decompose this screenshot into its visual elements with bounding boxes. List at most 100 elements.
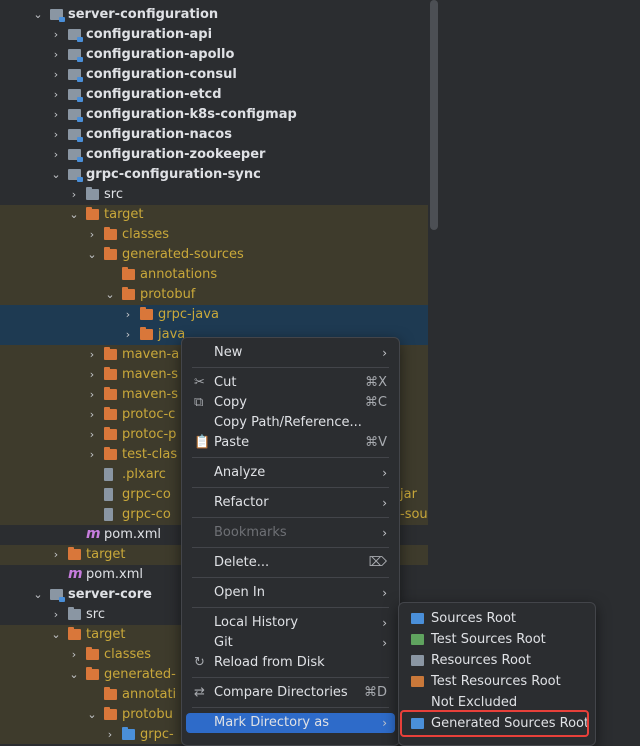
tree-row[interactable]: › configuration-nacos [0, 125, 428, 145]
excluded-folder-icon [122, 267, 135, 280]
chevron-right-icon: › [382, 716, 387, 730]
tree-row-label: src [86, 607, 105, 622]
chevron-right-icon[interactable]: › [50, 125, 62, 145]
chevron-right-icon[interactable]: › [50, 145, 62, 165]
menu-item-label: Mark Directory as [214, 715, 329, 730]
folder-icon [411, 634, 424, 645]
chevron-right-icon[interactable]: › [50, 605, 62, 625]
menu-item-label: Copy Path/Reference... [214, 415, 362, 430]
chevron-right-icon[interactable]: › [68, 185, 80, 205]
menu-item[interactable]: Git › [186, 633, 395, 653]
tree-row[interactable]: › grpc-java [0, 305, 428, 325]
chevron-right-icon[interactable]: › [104, 725, 116, 744]
menu-separator [192, 707, 389, 708]
tree-row[interactable]: › configuration-etcd [0, 85, 428, 105]
tree-row[interactable]: › src [0, 185, 428, 205]
module-folder-icon [68, 49, 83, 62]
menu-item-label: Cut [214, 375, 237, 390]
chevron-down-icon[interactable]: ⌄ [104, 285, 116, 305]
menu-item[interactable]: ⇄ Compare Directories ⌘D [186, 683, 395, 703]
menu-item[interactable]: Mark Directory as › [186, 713, 395, 733]
chevron-right-icon[interactable]: › [50, 545, 62, 565]
chevron-down-icon[interactable]: ⌄ [50, 165, 62, 185]
menu-separator [192, 517, 389, 518]
submenu-item[interactable]: Resources Root [403, 651, 591, 671]
chevron-right-icon[interactable]: › [86, 405, 98, 425]
chevron-down-icon[interactable]: ⌄ [86, 245, 98, 265]
tree-row[interactable]: annotations [0, 265, 428, 285]
menu-item[interactable]: 📋 Paste ⌘V [186, 433, 395, 453]
highlight-box [400, 710, 589, 737]
tree-row[interactable]: › configuration-consul [0, 65, 428, 85]
menu-item[interactable]: Open In › [186, 583, 395, 603]
menu-item[interactable]: Bookmarks › [186, 523, 395, 543]
menu-item[interactable]: Delete... ⌦ [186, 553, 395, 573]
chevron-right-icon[interactable]: › [86, 345, 98, 365]
chevron-right-icon[interactable]: › [86, 225, 98, 245]
menu-item[interactable]: ⧉ Copy ⌘C [186, 393, 395, 413]
chevron-down-icon[interactable]: ⌄ [32, 585, 44, 605]
tree-row[interactable]: ⌄ generated-sources [0, 245, 428, 265]
tree-row-label: generated-sources [122, 247, 244, 262]
chevron-right-icon[interactable]: › [86, 385, 98, 405]
chevron-right-icon[interactable]: › [50, 105, 62, 125]
excluded-folder-icon [104, 427, 117, 440]
tree-row-label: protoc-p [122, 427, 177, 442]
chevron-right-icon[interactable]: › [86, 425, 98, 445]
submenu-item[interactable]: Test Sources Root [403, 630, 591, 650]
tree-row[interactable]: › configuration-zookeeper [0, 145, 428, 165]
tree-row[interactable]: › configuration-apollo [0, 45, 428, 65]
menu-item[interactable]: Analyze › [186, 463, 395, 483]
tree-row[interactable]: › configuration-k8s-configmap [0, 105, 428, 125]
menu-item[interactable]: Refactor › [186, 493, 395, 513]
menu-item[interactable]: Local History › [186, 613, 395, 633]
menu-item-icon: ✂ [194, 375, 205, 390]
tree-row-label: configuration-nacos [86, 127, 232, 142]
module-folder-icon [68, 89, 83, 102]
chevron-down-icon[interactable]: ⌄ [68, 665, 80, 685]
chevron-right-icon[interactable]: › [86, 445, 98, 465]
menu-item-label: Reload from Disk [214, 655, 325, 670]
module-folder-icon [68, 169, 83, 182]
tree-row[interactable]: › configuration-api [0, 25, 428, 45]
tree-row-label: configuration-api [86, 27, 213, 42]
menu-item[interactable]: New › [186, 343, 395, 363]
excluded-folder-icon [140, 327, 153, 340]
tree-row-label: protobuf [140, 287, 196, 302]
tree-row[interactable]: ⌄ grpc-configuration-sync [0, 165, 428, 185]
chevron-right-icon[interactable]: › [86, 365, 98, 385]
tree-scrollbar[interactable] [430, 0, 438, 230]
excluded-folder-icon [104, 707, 117, 720]
chevron-right-icon[interactable]: › [50, 25, 62, 45]
excluded-folder-icon [104, 387, 117, 400]
module-folder-icon [68, 149, 83, 162]
menu-item[interactable]: ↻ Reload from Disk [186, 653, 395, 673]
menu-item[interactable]: Copy Path/Reference... [186, 413, 395, 433]
chevron-right-icon[interactable]: › [122, 305, 134, 325]
chevron-right-icon[interactable]: › [122, 325, 134, 345]
tree-row[interactable]: › classes [0, 225, 428, 245]
submenu-item[interactable]: Test Resources Root [403, 672, 591, 692]
folder-icon [411, 676, 424, 687]
tree-row[interactable]: ⌄ target [0, 205, 428, 225]
menu-item-label: New [214, 345, 243, 360]
submenu-item-label: Test Resources Root [431, 674, 561, 689]
chevron-right-icon[interactable]: › [68, 645, 80, 665]
chevron-down-icon[interactable]: ⌄ [86, 705, 98, 725]
excluded-folder-icon [86, 207, 99, 220]
chevron-down-icon[interactable]: ⌄ [32, 5, 44, 25]
menu-item[interactable]: ✂ Cut ⌘X [186, 373, 395, 393]
chevron-right-icon[interactable]: › [50, 85, 62, 105]
maven-icon: m [86, 526, 101, 542]
chevron-right-icon: › [382, 466, 387, 480]
tree-row[interactable]: ⌄ protobuf [0, 285, 428, 305]
tree-row-label: .plxarc [122, 467, 166, 482]
chevron-right-icon[interactable]: › [50, 45, 62, 65]
chevron-down-icon[interactable]: ⌄ [68, 205, 80, 225]
chevron-right-icon[interactable]: › [50, 65, 62, 85]
tree-row-label: maven-s [122, 387, 179, 402]
tree-row[interactable]: ⌄ server-configuration [0, 5, 428, 25]
submenu-item[interactable]: Sources Root [403, 609, 591, 629]
menu-item-label: Git [214, 635, 233, 650]
chevron-down-icon[interactable]: ⌄ [50, 625, 62, 645]
